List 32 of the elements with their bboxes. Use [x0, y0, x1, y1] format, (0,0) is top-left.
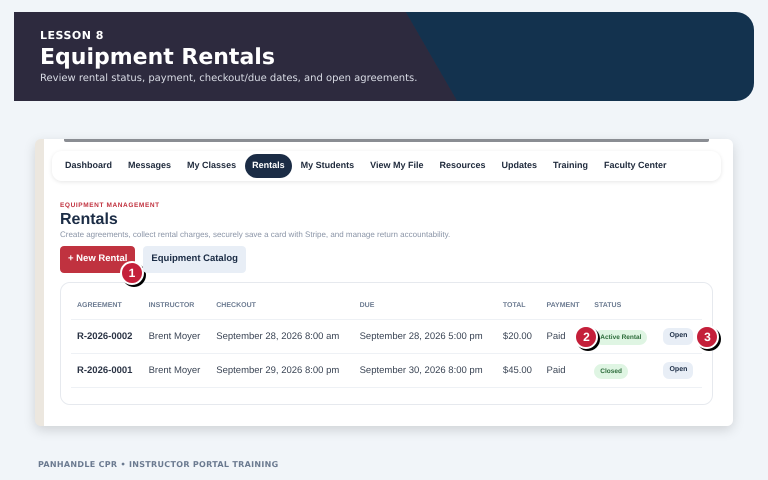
- due-date: September 30, 2026 8:00 pm: [354, 354, 497, 388]
- due-date: September 28, 2026 5:00 pm: [354, 320, 497, 354]
- payment-status: Paid: [546, 330, 566, 342]
- agreement-id: R-2026-0002: [71, 320, 143, 354]
- nav-tab[interactable]: Faculty Center: [597, 154, 674, 178]
- total-amount: $20.00: [496, 320, 540, 354]
- page-title: Rentals: [60, 210, 119, 230]
- checkout-date: September 28, 2026 8:00 am: [210, 320, 354, 354]
- payment-status: Paid: [546, 364, 566, 376]
- checkout-date: September 29, 2026 8:00 pm: [210, 354, 354, 388]
- nav-tab[interactable]: Messages: [121, 154, 178, 178]
- nav-tab[interactable]: View My File: [363, 154, 430, 178]
- catalog-button[interactable]: Equipment Catalog: [143, 246, 246, 273]
- banner-title: Equipment Rentals: [40, 44, 276, 71]
- agreement-id: R-2026-0001: [71, 354, 143, 388]
- page-description: Create agreements, collect rental charges, securely save a card with Stripe, and manage return accountability.: [60, 229, 452, 242]
- step-callout: 2: [574, 324, 598, 349]
- footer-text: PANHANDLE CPR • INSTRUCTOR PORTAL TRAINING: [38, 459, 280, 471]
- nav-tab[interactable]: Dashboard: [58, 154, 120, 178]
- lesson-label: LESSON 8: [40, 28, 105, 44]
- nav-tab[interactable]: Training: [546, 154, 596, 178]
- step-callout: 1: [120, 260, 144, 285]
- total-amount: $45.00: [496, 354, 540, 388]
- nav-tab[interactable]: Rentals: [245, 154, 292, 178]
- nav-tab[interactable]: Resources: [432, 154, 492, 178]
- instructor-name: Brent Moyer: [142, 320, 210, 354]
- banner-subtitle: Review rental status, payment, checkout/due dates, and open agreements.: [40, 72, 418, 86]
- nav-tab[interactable]: My Students: [294, 154, 362, 178]
- nav-tab[interactable]: My Classes: [180, 154, 244, 178]
- step-callout: 3: [695, 324, 720, 349]
- instructor-name: Brent Moyer: [142, 354, 210, 388]
- nav-tab[interactable]: Updates: [494, 154, 544, 178]
